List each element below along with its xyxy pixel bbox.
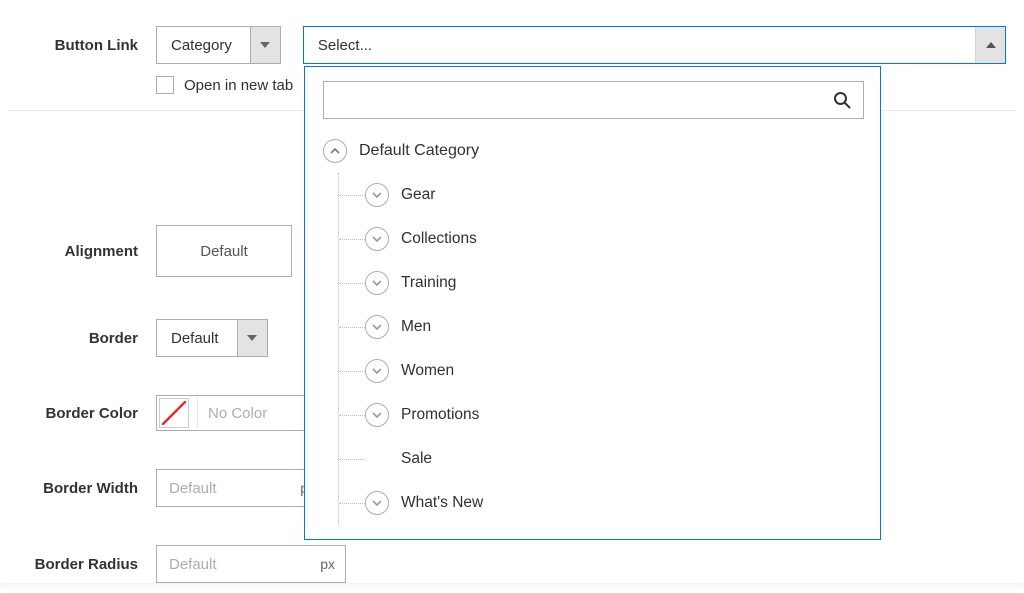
chevron-up-icon[interactable] xyxy=(323,139,347,163)
button-link-label: Button Link xyxy=(18,37,156,54)
open-new-tab-checkbox[interactable] xyxy=(156,76,174,94)
search-icon[interactable] xyxy=(821,91,863,109)
tree-children: Gear Collections Training Men Women Prom… xyxy=(338,173,868,525)
border-value: Default xyxy=(157,330,237,347)
alignment-value: Default xyxy=(200,243,248,260)
chevron-down-icon[interactable] xyxy=(365,315,389,339)
tree-item-label: Gear xyxy=(401,186,435,204)
category-search-input[interactable] xyxy=(324,83,821,117)
no-color-swatch-icon xyxy=(159,398,189,428)
caret-up-icon xyxy=(975,27,1005,63)
tree-item-label: Men xyxy=(401,318,431,336)
tree-item-training[interactable]: Training xyxy=(339,261,868,305)
chevron-down-icon[interactable] xyxy=(365,271,389,295)
tree-item-label: Sale xyxy=(401,450,432,468)
category-tree: Default Category Gear Collections Traini… xyxy=(319,133,868,525)
chevron-down-icon[interactable] xyxy=(365,227,389,251)
border-radius-label: Border Radius xyxy=(18,556,156,573)
border-width-input[interactable]: Default px xyxy=(156,469,326,507)
category-dropdown-panel: Default Category Gear Collections Traini… xyxy=(304,66,881,540)
border-width-placeholder: Default xyxy=(169,480,217,497)
tree-item-label: Training xyxy=(401,274,456,292)
caret-down-icon xyxy=(237,320,267,356)
tree-item-label: Promotions xyxy=(401,406,479,424)
tree-item-label: Women xyxy=(401,362,454,380)
tree-root[interactable]: Default Category xyxy=(323,133,868,173)
tree-item-gear[interactable]: Gear xyxy=(339,173,868,217)
border-radius-unit: px xyxy=(320,556,335,572)
tree-item-sale[interactable]: Sale xyxy=(339,437,868,481)
border-width-label: Border Width xyxy=(18,480,156,497)
chevron-down-icon[interactable] xyxy=(365,183,389,207)
tree-item-men[interactable]: Men xyxy=(339,305,868,349)
tree-spacer xyxy=(365,447,389,471)
border-radius-placeholder: Default xyxy=(169,556,217,573)
border-label: Border xyxy=(18,330,156,347)
tree-item-promotions[interactable]: Promotions xyxy=(339,393,868,437)
tree-item-label: What's New xyxy=(401,494,483,512)
border-color-label: Border Color xyxy=(18,405,156,422)
tree-root-label: Default Category xyxy=(359,142,479,160)
tree-item-collections[interactable]: Collections xyxy=(339,217,868,261)
category-search-wrap xyxy=(323,81,864,119)
category-select-placeholder: Select... xyxy=(304,37,372,54)
chevron-down-icon[interactable] xyxy=(365,359,389,383)
link-type-value: Category xyxy=(157,37,250,54)
tree-item-label: Collections xyxy=(401,230,477,248)
caret-down-icon xyxy=(250,27,280,63)
chevron-down-icon[interactable] xyxy=(365,403,389,427)
category-select[interactable]: Select... xyxy=(303,26,1006,64)
chevron-down-icon[interactable] xyxy=(365,491,389,515)
border-radius-input[interactable]: Default px xyxy=(156,545,346,583)
open-new-tab-label: Open in new tab xyxy=(184,77,293,94)
border-select[interactable]: Default xyxy=(156,319,268,357)
link-type-select[interactable]: Category xyxy=(156,26,281,64)
tree-item-women[interactable]: Women xyxy=(339,349,868,393)
alignment-label: Alignment xyxy=(18,243,156,260)
alignment-option-default[interactable]: Default xyxy=(156,225,292,277)
tree-item-whats-new[interactable]: What's New xyxy=(339,481,868,525)
